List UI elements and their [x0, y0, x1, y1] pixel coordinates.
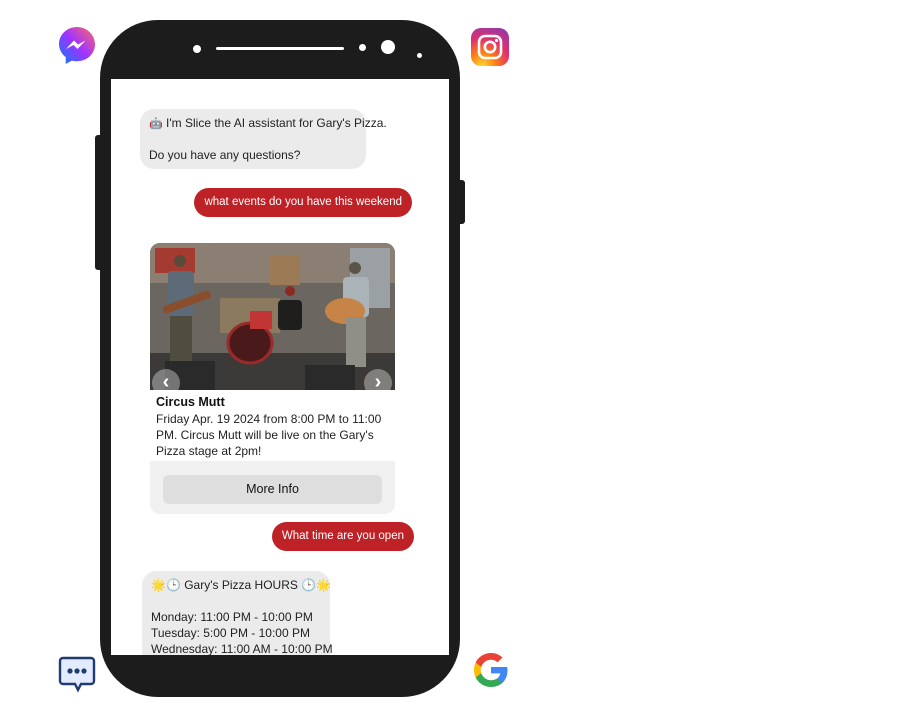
phone-sensor-dot — [193, 45, 201, 53]
event-photo — [150, 243, 395, 390]
carousel-prev-button[interactable]: ‹ — [152, 369, 180, 397]
bot-hours-bubble: 🌟🕒 Gary's Pizza HOURS 🕒🌟 Monday: 11:00 P… — [142, 571, 333, 655]
phone-sensor-dot — [417, 53, 422, 58]
chat-screen[interactable]: 🤖 I'm Slice the AI assistant for Gary's … — [111, 79, 449, 655]
bot-greeting-bubble: 🤖 I'm Slice the AI assistant for Gary's … — [140, 109, 387, 169]
phone-speaker — [216, 47, 344, 50]
phone-sensor-dot — [359, 44, 366, 51]
robot-icon: 🤖 — [149, 118, 163, 130]
greeting-question: Do you have any questions? — [149, 148, 301, 162]
carousel-next-button[interactable]: › — [364, 369, 392, 397]
event-description: Friday Apr. 19 2024 from 8:00 PM to 11:0… — [156, 412, 382, 458]
instagram-icon[interactable] — [470, 27, 510, 67]
event-card-footer: More Info — [150, 461, 395, 514]
user-message-bubble: what events do you have this weekend — [194, 188, 412, 217]
hours-line: Tuesday: 5:00 PM - 10:00 PM — [151, 626, 310, 640]
sms-chat-icon[interactable] — [57, 655, 97, 695]
hours-line: Monday: 11:00 PM - 10:00 PM — [151, 610, 313, 624]
phone-camera — [381, 40, 395, 54]
greeting-text: I'm Slice the AI assistant for Gary's Pi… — [166, 116, 387, 130]
more-info-button[interactable]: More Info — [163, 475, 382, 504]
hours-title: 🌟🕒 Gary's Pizza HOURS 🕒🌟 — [151, 578, 332, 592]
user-message-bubble: What time are you open — [271, 522, 414, 551]
hours-line: Wednesday: 11:00 AM - 10:00 PM — [151, 642, 333, 655]
google-icon[interactable] — [471, 650, 511, 690]
event-title: Circus Mutt — [156, 395, 225, 409]
messenger-icon[interactable] — [57, 25, 97, 65]
event-card: ‹ › Circus Mutt Friday Apr. 19 2024 from… — [150, 243, 395, 514]
